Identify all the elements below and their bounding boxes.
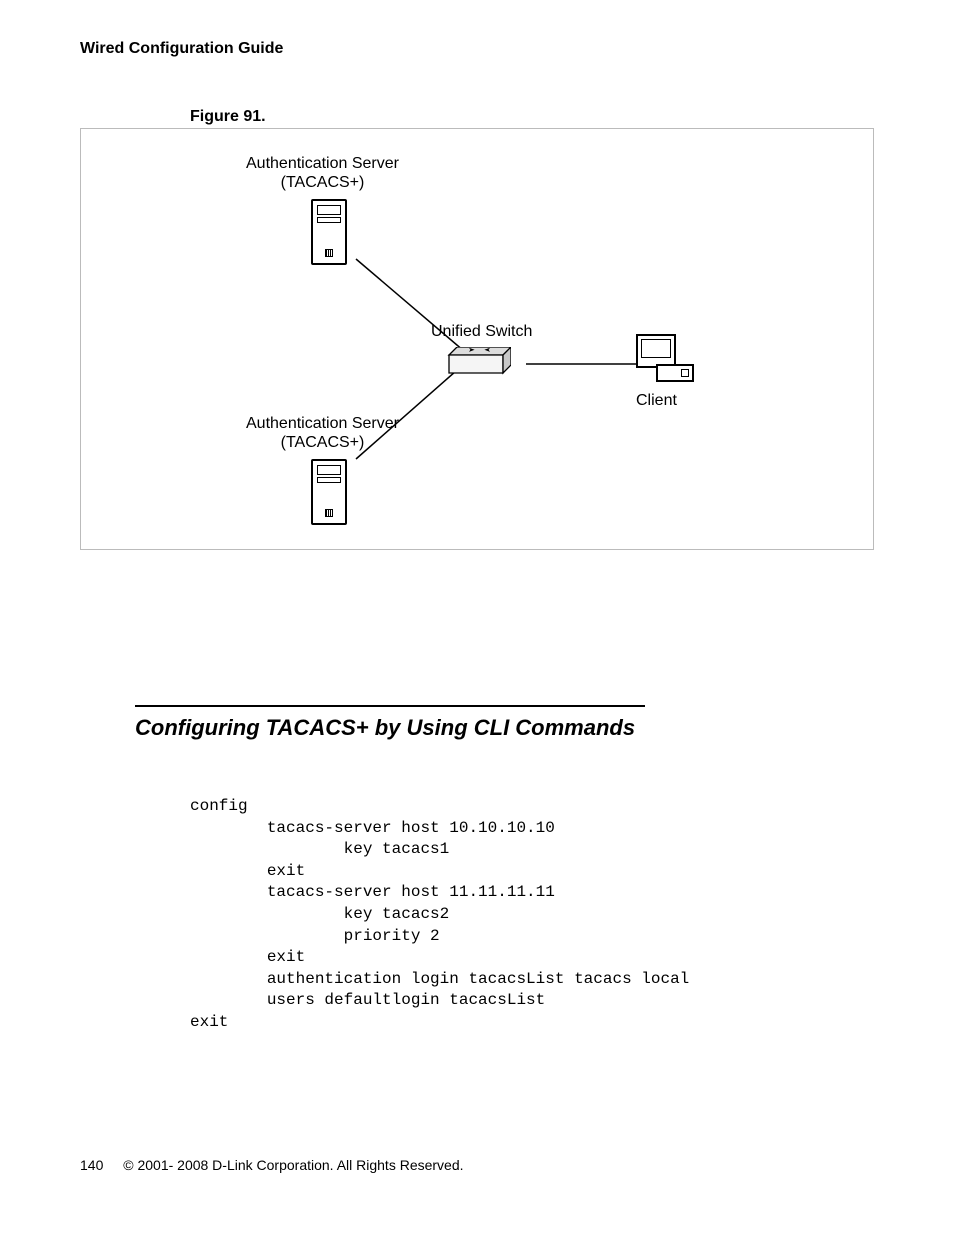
code-line: priority 2 xyxy=(190,927,440,945)
code-line: key tacacs2 xyxy=(190,905,449,923)
figure-box: Authentication Server (TACACS+) Unified … xyxy=(80,128,874,550)
bottom-server-label-line1: Authentication Server xyxy=(246,415,399,432)
code-line: config xyxy=(190,797,248,815)
bottom-server-label-line2: (TACACS+) xyxy=(281,434,365,451)
page: Wired Configuration Guide Figure 91. Aut… xyxy=(0,0,954,1235)
code-line: exit xyxy=(190,862,305,880)
section-heading: Configuring TACACS+ by Using CLI Command… xyxy=(135,715,874,741)
code-line: tacacs-server host 10.10.10.10 xyxy=(190,819,555,837)
section-rule xyxy=(135,705,645,707)
server-icon xyxy=(311,459,347,525)
top-server-label-line1: Authentication Server xyxy=(246,155,399,172)
switch-label: Unified Switch xyxy=(431,322,532,341)
page-number: 140 xyxy=(80,1157,103,1173)
page-header-title: Wired Configuration Guide xyxy=(80,40,874,58)
client-icon xyxy=(636,334,694,382)
code-line: key tacacs1 xyxy=(190,840,449,858)
top-server-label-line2: (TACACS+) xyxy=(281,174,365,191)
top-server-label: Authentication Server (TACACS+) xyxy=(246,154,399,192)
switch-icon xyxy=(441,347,511,377)
figure-caption: Figure 91. xyxy=(190,108,874,126)
code-line: tacacs-server host 11.11.11.11 xyxy=(190,883,555,901)
code-line: users defaultlogin tacacsList xyxy=(190,991,545,1009)
code-block: config tacacs-server host 10.10.10.10 ke… xyxy=(190,796,874,1034)
client-label: Client xyxy=(636,391,677,410)
server-slot xyxy=(325,509,333,517)
page-footer: 140 © 2001- 2008 D-Link Corporation. All… xyxy=(80,1157,464,1173)
bottom-server-label: Authentication Server (TACACS+) xyxy=(246,414,399,452)
server-slot xyxy=(325,249,333,257)
code-line: authentication login tacacsList tacacs l… xyxy=(190,970,689,988)
copyright-text: © 2001- 2008 D-Link Corporation. All Rig… xyxy=(123,1157,463,1173)
code-line: exit xyxy=(190,948,305,966)
code-line: exit xyxy=(190,1013,228,1031)
client-monitor-icon xyxy=(636,334,676,368)
server-icon xyxy=(311,199,347,265)
client-base-icon xyxy=(656,364,694,382)
